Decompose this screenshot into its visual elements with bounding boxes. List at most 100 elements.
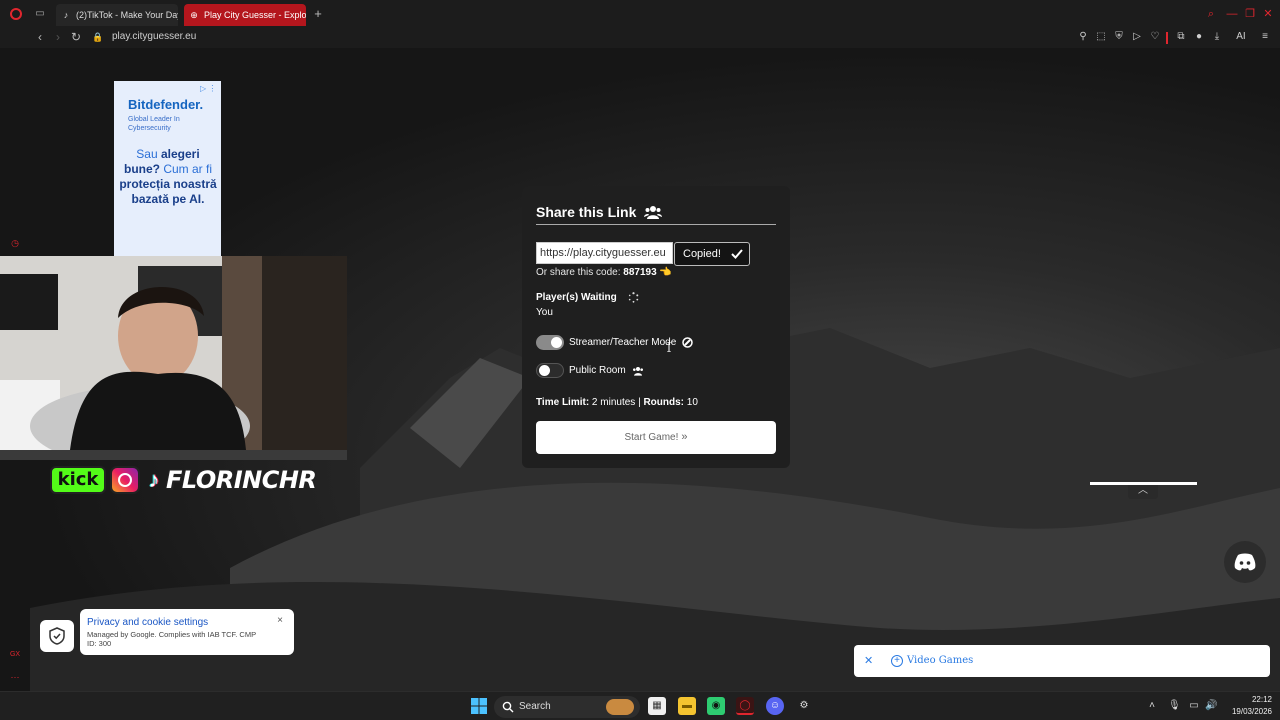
search-tabs-icon[interactable]: ⌕ [1205,8,1217,20]
webcam-bottom-strip [0,450,347,460]
search-label: Search [519,701,551,712]
opera-logo-icon[interactable] [10,8,22,20]
file-explorer-icon[interactable]: ▬ [678,697,696,715]
ad-copy: Sau alegeri bune? Cum ar fi protecția no… [118,147,218,207]
streamer-handle: FLORINCHR [166,466,317,494]
address-bar: ‹ › ↻ 🔒 play.cityguesser.eu ⚲ ⬚ ⛨ ▷ ♡ ⧉ … [0,28,1280,48]
restore-icon[interactable]: ❐ [1244,8,1256,20]
shield-icon[interactable]: ⛨ [1113,31,1125,43]
pin-icon[interactable]: ⚲ [1077,31,1089,43]
more-icon[interactable]: ··· [9,672,21,684]
play-icon[interactable]: ▷ [1131,31,1143,43]
volume-icon[interactable]: 🔊 [1205,699,1217,713]
windows-start-icon[interactable] [470,697,488,715]
tab-tiktok[interactable]: ♪ (2)TikTok - Make Your Day [56,4,178,26]
profile-icon[interactable]: ● [1193,31,1205,43]
search-icon [502,701,514,713]
privacy-shield-button[interactable] [40,620,74,652]
microphone-icon[interactable]: 🎙 [1168,699,1181,713]
network-icon[interactable]: ▭ [1188,699,1200,713]
plus-circle-icon[interactable]: + [891,655,903,667]
snapshot-icon[interactable]: ⬚ [1095,31,1107,43]
windows-taskbar: Search ▦ ▬ ◉ ◯ ☺ ⚙ ˄ 🎙 ▭ 🔊 22:12 19/03/2… [0,691,1280,720]
minimize-icon[interactable]: — [1226,8,1238,20]
url-field[interactable]: play.cityguesser.eu [112,31,196,42]
toolbar-divider [1166,32,1168,44]
ad-copy-part: protecția noastră bazată pe AI. [119,177,217,206]
opera-gx-taskbar-icon[interactable]: ◯ [736,697,754,715]
ad-copy-part: Sau [136,147,161,161]
start-game-label: Start Game! [624,432,679,443]
lock-icon: 🔒 [92,32,104,42]
bitdefender-ad[interactable]: ▷ ⋮ Bitdefender. Global Leader In Cybers… [114,81,221,259]
discord-button[interactable] [1224,541,1266,583]
webcam-video [0,256,347,450]
close-icon[interactable]: ✕ [864,654,873,667]
streamer-mode-label: Streamer/Teacher Mode [569,337,677,348]
public-room-label: Public Room [569,365,626,376]
new-tab-button[interactable]: + [312,7,324,21]
title-divider [536,224,776,225]
copy-link-button[interactable]: Copied! [674,242,750,266]
privacy-subtitle: Managed by Google. Complies with IAB TCF… [87,630,256,648]
reload-button[interactable]: ↻ [69,30,83,44]
aria-ai-button[interactable]: AI [1231,31,1251,43]
discord-taskbar-icon[interactable]: ☺ [766,697,784,715]
browser-tab-bar: ▭ ♪ (2)TikTok - Make Your Day ⊕ Play Cit… [0,0,1280,28]
discord-icon [1234,553,1256,571]
tiktok-icon: ♪ [63,10,69,20]
download-icon[interactable]: ⤓ [1211,31,1223,43]
game-settings-summary: Time Limit: 2 minutes | Rounds: 10 [536,397,698,408]
toggle-knob [551,337,562,348]
users-icon [644,206,662,219]
room-code: 887193 [623,267,657,278]
system-clock[interactable]: 22:12 19/03/2026 [1228,694,1272,718]
tab-label: Play City Guesser - Explore [204,10,306,20]
streamer-mode-toggle[interactable] [536,335,564,350]
shield-check-icon [49,627,65,645]
ad-choices-icon[interactable]: ▷ ⋮ [200,84,216,93]
ai-label: AI [1236,31,1246,42]
clock-time: 22:12 [1251,695,1272,704]
instagram-icon [110,466,140,494]
search-highlight-image [606,699,634,715]
time-limit-label: Time Limit: [536,397,590,408]
toggle-knob [539,365,550,376]
extensions-icon[interactable]: ⧉ [1175,31,1187,43]
rounds-value: 10 [684,397,698,408]
double-chevron-right-icon: » [681,431,688,443]
public-room-toggle[interactable] [536,363,564,378]
tray-overflow-icon[interactable]: ˄ [1146,699,1158,713]
users-icon [633,367,643,376]
menu-icon[interactable]: ≡ [1259,31,1271,43]
expand-panel-button[interactable]: ︿ [1128,485,1158,499]
tab-city-guesser[interactable]: ⊕ Play City Guesser - Explore [184,4,306,26]
back-button[interactable]: ‹ [33,30,47,44]
steam-icon[interactable]: ⚙ [795,697,813,715]
close-window-icon[interactable]: ✕ [1262,8,1274,20]
tab-label: (2)TikTok - Make Your Day [76,10,178,20]
topic-label[interactable]: Video Games [907,655,973,666]
topic-bar: ✕ + Video Games [854,645,1270,677]
xbox-app-icon[interactable]: ◉ [707,697,725,715]
copy-label: Copied! [683,248,721,260]
heart-icon[interactable]: ♡ [1149,31,1161,43]
share-link-input[interactable] [536,242,673,264]
time-limit-value: 2 minutes | [589,397,644,408]
share-title: Share this Link [536,204,637,220]
close-icon[interactable]: × [277,615,283,626]
players-waiting-label: Player(s) Waiting [536,292,617,303]
store-icon[interactable]: ▦ [648,697,666,715]
gx-icon[interactable]: GX [9,651,21,663]
history-icon[interactable]: ◷ [9,238,21,250]
player-list-item: You [536,307,553,318]
code-prefix: Or share this code: [536,267,624,278]
tab-menu-icon[interactable]: ▭ [34,8,46,20]
start-game-button[interactable]: Start Game!» [536,421,776,454]
taskbar-search[interactable]: Search [494,696,640,718]
tiktok-icon: ♪ [148,467,160,492]
privacy-settings-card[interactable]: Privacy and cookie settings Managed by G… [80,609,294,655]
pointing-hand-icon: 👈 [659,267,672,278]
forward-button[interactable]: › [51,30,65,44]
check-icon [731,249,743,259]
